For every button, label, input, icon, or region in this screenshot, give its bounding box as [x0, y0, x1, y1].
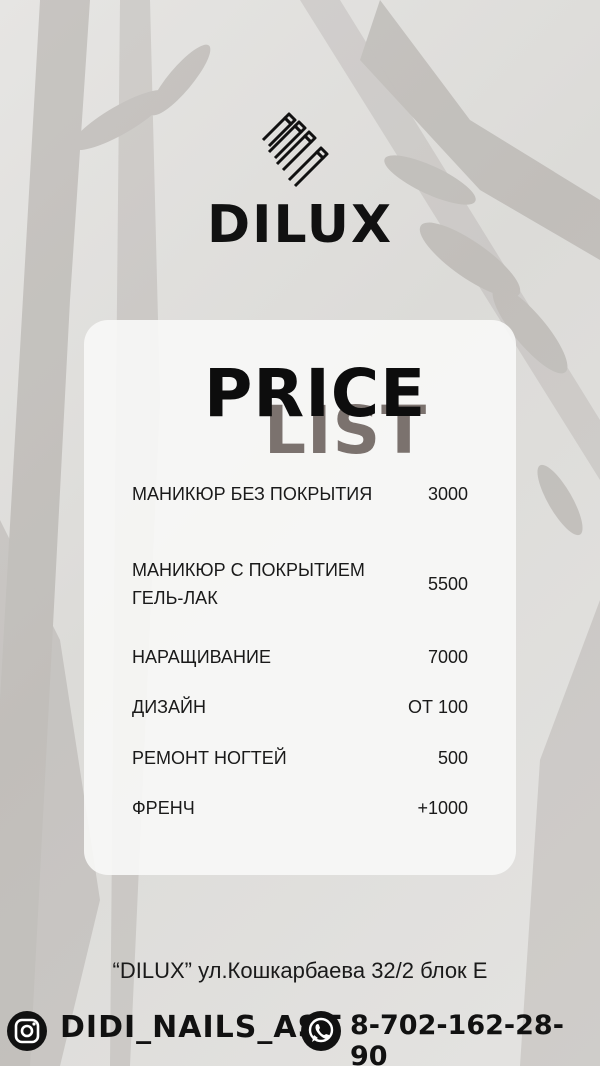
instagram-icon[interactable]: [6, 1010, 48, 1052]
price-item: НАРАЩИВАНИЕ 7000: [132, 643, 468, 671]
whatsapp-icon[interactable]: [300, 1010, 342, 1052]
item-name: ФРЕНЧ: [132, 798, 195, 818]
item-price: +1000: [417, 797, 468, 818]
item-price: ОТ 100: [407, 696, 468, 717]
nails-hand-icon: [261, 112, 329, 188]
brand-name: DILUX: [206, 195, 394, 255]
price-item: РЕМОНТ НОГТЕЙ 500: [132, 744, 468, 772]
item-price: 7000: [427, 646, 468, 667]
address: “DILUX” ул.Кошкарбаева 32/2 блок Е: [112, 958, 488, 983]
price-list-page: DILUX PRICE LIST МАНИКЮР БЕЗ ПОКРЫТИЯ 30…: [0, 0, 600, 1066]
item-name: НАРАЩИВАНИЕ: [132, 647, 271, 667]
price-card: PRICE LIST МАНИКЮР БЕЗ ПОКРЫТИЯ 3000 МАН…: [84, 320, 516, 875]
item-name: МАНИКЮР С ПОКРЫТИЕМ ГЕЛЬ-ЛАК: [132, 560, 365, 608]
title-price: PRICE: [204, 355, 427, 432]
item-name: РЕМОНТ НОГТЕЙ: [132, 748, 287, 768]
phone-number[interactable]: 8-702-162-28-90: [350, 1010, 600, 1066]
item-name: ДИЗАЙН: [132, 697, 206, 717]
item-price: 3000: [427, 483, 468, 504]
item-price: 500: [437, 747, 468, 768]
price-item: ФРЕНЧ +1000: [132, 794, 468, 822]
price-item: МАНИКЮР С ПОКРЫТИЕМ ГЕЛЬ-ЛАК 5500: [132, 556, 468, 612]
price-item: ДИЗАЙН ОТ 100: [132, 693, 468, 721]
item-name: МАНИКЮР БЕЗ ПОКРЫТИЯ: [132, 484, 373, 504]
item-price: 5500: [427, 573, 468, 594]
contacts: DIDI_NAILS_AST 8-702-162-28-90: [0, 1004, 600, 1066]
price-item: МАНИКЮР БЕЗ ПОКРЫТИЯ 3000: [132, 480, 468, 508]
